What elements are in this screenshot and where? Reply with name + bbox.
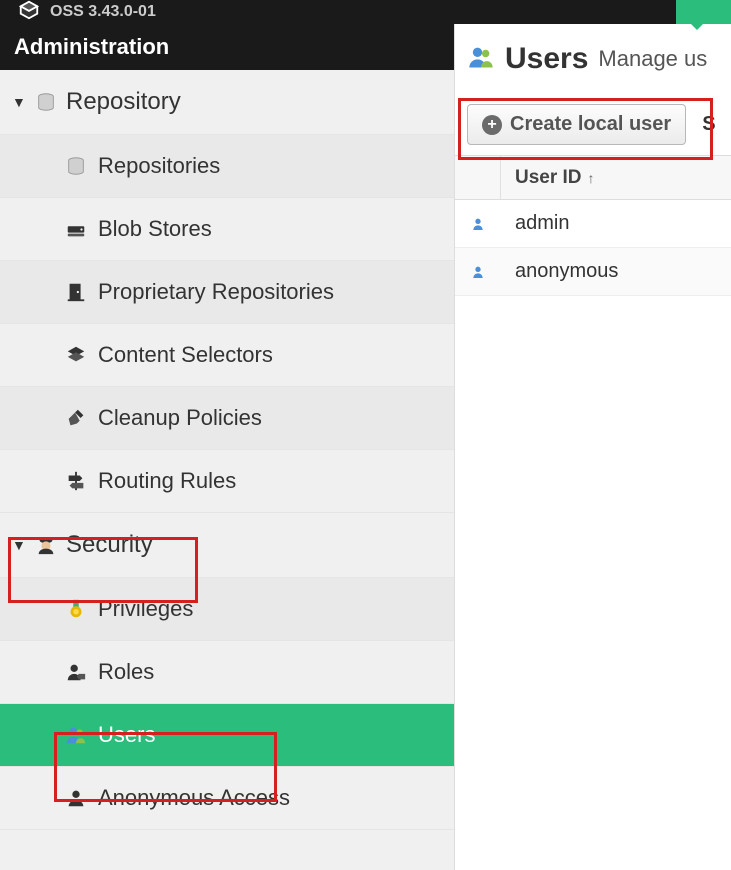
sidebar-item-label: Cleanup Policies	[98, 405, 262, 431]
caret-down-icon: ▼	[12, 94, 26, 110]
user-id-cell: anonymous	[501, 260, 731, 283]
sidebar-item-roles[interactable]: Roles	[0, 641, 454, 704]
sidebar-item-routing-rules[interactable]: Routing Rules	[0, 450, 454, 513]
user-icon	[60, 787, 92, 809]
users-table: User ID ↑ admin anonymous	[455, 155, 731, 296]
table-row[interactable]: anonymous	[455, 248, 731, 296]
toolbar: + Create local user S	[455, 94, 731, 155]
sidebar: Administration ▼ Repository Repositories	[0, 24, 455, 870]
sidebar-item-label: Content Selectors	[98, 342, 273, 368]
user-icon	[455, 216, 501, 232]
medal-icon	[60, 598, 92, 620]
sidebar-item-label: Routing Rules	[98, 468, 236, 494]
officer-icon	[32, 534, 60, 556]
column-icon-spacer	[455, 156, 501, 199]
users-icon	[467, 43, 495, 76]
sort-asc-icon: ↑	[588, 170, 595, 186]
column-header-label: User ID	[515, 167, 582, 189]
door-icon	[60, 281, 92, 303]
page-header: Users Manage us	[455, 24, 731, 94]
sidebar-item-repositories[interactable]: Repositories	[0, 135, 454, 198]
plus-circle-icon: +	[482, 115, 502, 135]
sidebar-group-label: Repository	[66, 88, 181, 116]
signpost-icon	[60, 470, 92, 492]
toolbar-extra-text: S	[702, 113, 715, 136]
user-tag-icon	[60, 661, 92, 683]
product-logo-icon	[18, 0, 40, 26]
sidebar-item-label: Blob Stores	[98, 216, 212, 242]
page-title: Users	[505, 42, 588, 76]
sidebar-item-users[interactable]: Users	[0, 704, 454, 767]
create-local-user-button[interactable]: + Create local user	[467, 104, 686, 145]
users-icon	[60, 724, 92, 746]
sidebar-item-cleanup-policies[interactable]: Cleanup Policies	[0, 387, 454, 450]
sidebar-item-anonymous-access[interactable]: Anonymous Access	[0, 767, 454, 830]
sidebar-group-security[interactable]: ▼ Security	[0, 513, 454, 578]
main-panel: Users Manage us + Create local user S Us…	[455, 24, 731, 870]
sidebar-item-privileges[interactable]: Privileges	[0, 578, 454, 641]
sidebar-title: Administration	[0, 24, 454, 70]
hdd-icon	[60, 218, 92, 240]
sidebar-item-blob-stores[interactable]: Blob Stores	[0, 198, 454, 261]
sidebar-group-label: Security	[66, 531, 153, 559]
page-subtitle: Manage us	[598, 46, 707, 72]
table-header: User ID ↑	[455, 156, 731, 200]
sidebar-item-label: Repositories	[98, 153, 220, 179]
sidebar-item-label: Roles	[98, 659, 154, 685]
user-icon	[455, 264, 501, 280]
top-right-indicator	[676, 0, 731, 24]
user-id-cell: admin	[501, 212, 731, 235]
sidebar-item-label: Privileges	[98, 596, 193, 622]
create-button-label: Create local user	[510, 113, 671, 136]
database-icon	[60, 155, 92, 177]
table-row[interactable]: admin	[455, 200, 731, 248]
sidebar-group-repository[interactable]: ▼ Repository	[0, 70, 454, 135]
caret-down-icon: ▼	[12, 537, 26, 553]
product-version: OSS 3.43.0-01	[50, 3, 156, 21]
sidebar-item-label: Anonymous Access	[98, 785, 290, 811]
column-user-id[interactable]: User ID ↑	[501, 167, 731, 189]
sidebar-item-content-selectors[interactable]: Content Selectors	[0, 324, 454, 387]
sidebar-item-proprietary-repositories[interactable]: Proprietary Repositories	[0, 261, 454, 324]
database-icon	[32, 91, 60, 113]
broom-icon	[60, 407, 92, 429]
sidebar-item-label: Proprietary Repositories	[98, 279, 334, 305]
top-bar: OSS 3.43.0-01	[0, 0, 731, 24]
layers-icon	[60, 344, 92, 366]
sidebar-item-label: Users	[98, 722, 155, 748]
